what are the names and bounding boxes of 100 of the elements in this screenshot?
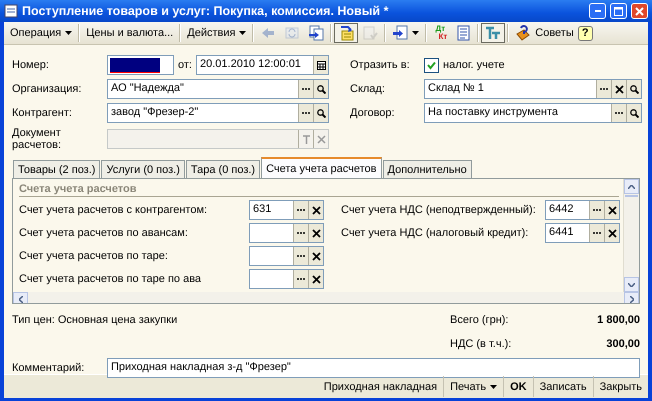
search-icon (630, 84, 638, 94)
choose-button[interactable] (298, 80, 313, 98)
clear-button[interactable] (611, 80, 626, 98)
menu-button[interactable]: Действия (183, 23, 250, 43)
refresh-icon (284, 25, 300, 41)
field-label: от: (178, 59, 192, 71)
choose-button[interactable] (293, 201, 308, 219)
caret-icon (239, 31, 246, 35)
horizontal-scrollbar[interactable] (13, 292, 639, 303)
search-button[interactable] (313, 80, 328, 98)
choose-button[interactable] (298, 104, 313, 122)
calendar-button[interactable] (313, 56, 328, 74)
vertical-scrollbar[interactable] (623, 179, 639, 292)
field-label: Счет учета НДС (налоговый кредит): (341, 227, 530, 239)
input-field[interactable] (249, 223, 324, 243)
input-field[interactable] (249, 246, 324, 266)
action-button[interactable]: Приходная накладная (318, 376, 444, 397)
total-label: Всего (грн): (450, 314, 510, 326)
action-button[interactable]: Закрыть (592, 376, 648, 397)
toolbar-button[interactable] (481, 23, 506, 43)
tab[interactable]: Товары (2 поз.) (13, 160, 100, 178)
field-label: Договор: (350, 107, 396, 119)
field-label: Склад: (350, 83, 386, 95)
choose-button[interactable] (589, 224, 604, 242)
input-field[interactable]: 6441 (545, 223, 620, 243)
field-label: Счет учета НДС (неподтвержденный): (341, 204, 537, 216)
input-field[interactable] (249, 269, 324, 289)
tab[interactable]: Счета учета расчетов (261, 157, 382, 178)
menu-button[interactable]: Печать (443, 376, 504, 397)
input-field[interactable]: АО "Надежда" (107, 79, 329, 99)
choose-button[interactable] (611, 104, 626, 122)
document-arrow-icon (338, 25, 354, 41)
arrow-left-icon (260, 25, 276, 41)
close-button[interactable] (631, 3, 648, 19)
total-value: 1 800,00 (596, 314, 640, 326)
clear-icon (608, 206, 616, 214)
search-icon (316, 108, 326, 118)
search-icon (630, 108, 638, 118)
input-field[interactable]: Приходная накладная з-д "Фрезер" (107, 358, 640, 378)
action-button[interactable]: OK (503, 376, 533, 397)
window-title: Поступление товаров и услуг: Покупка, комиссия. Новый * (22, 4, 390, 18)
input-field[interactable]: 631 (249, 200, 324, 220)
chevron-right-icon (630, 296, 634, 303)
scroll-right-button[interactable] (624, 292, 639, 303)
help-button[interactable]: ? (578, 26, 593, 40)
tab[interactable]: Дополнительно (382, 160, 472, 178)
checkbox[interactable] (424, 58, 439, 72)
checkbox-label: налог. учете (443, 59, 505, 71)
chevron-left-icon (18, 296, 22, 303)
toolbar-button[interactable]: Цены и валюта... (82, 23, 178, 43)
input-field[interactable]: завод "Фрезер-2" (107, 103, 329, 123)
search-button[interactable] (626, 80, 641, 98)
tab[interactable]: Тара (0 поз.) (186, 160, 260, 178)
chevron-down-icon (628, 282, 635, 286)
choose-button[interactable] (293, 224, 308, 242)
clear-button[interactable] (308, 270, 323, 288)
scroll-down-button[interactable] (624, 277, 639, 292)
input-field[interactable]: Склад № 1 (424, 79, 642, 99)
book-question-icon (515, 25, 532, 41)
choose-button[interactable] (596, 80, 611, 98)
choose-button[interactable] (293, 247, 308, 265)
toolbar-button[interactable] (334, 23, 358, 43)
clear-button[interactable] (308, 201, 323, 219)
date-field[interactable]: 20.01.2010 12:00:01 (196, 55, 329, 75)
field-label: Отразить в: (350, 59, 411, 71)
minimize-button[interactable] (589, 3, 606, 19)
search-button[interactable] (313, 104, 328, 122)
menu-button[interactable]: Операция (6, 23, 76, 43)
maximize-button[interactable] (610, 3, 627, 19)
action-button[interactable]: Записать (532, 376, 593, 397)
clear-button[interactable] (604, 224, 619, 242)
tips-button[interactable]: Советы (511, 23, 578, 43)
choose-button[interactable] (589, 201, 604, 219)
field-label: Комментарий: (12, 362, 86, 374)
number-field[interactable] (107, 55, 174, 75)
field-label: Номер: (12, 59, 50, 71)
field-label: Счет учета расчетов по таре: (19, 250, 169, 262)
document-check-icon (362, 25, 378, 41)
scroll-left-button[interactable] (13, 292, 28, 303)
input-field[interactable]: На поставку инструмента (424, 103, 642, 123)
clear-button[interactable] (604, 201, 619, 219)
choose-button[interactable] (293, 270, 308, 288)
tab[interactable]: Услуги (0 поз.) (101, 160, 185, 178)
list-document-icon (455, 25, 472, 41)
debit-credit-button[interactable]: Дт Кт (429, 23, 452, 43)
search-button[interactable] (626, 104, 641, 122)
caret-icon (65, 31, 72, 35)
maximize-icon (614, 6, 623, 16)
input-field[interactable]: 6442 (545, 200, 620, 220)
clear-button[interactable] (308, 224, 323, 242)
clear-icon (608, 228, 616, 238)
field-label: Счет учета расчетов по таре по ава (19, 273, 202, 285)
caret-icon (412, 31, 420, 35)
clear-icon (614, 84, 624, 94)
clear-button[interactable] (308, 247, 323, 265)
document-transfer-icon (392, 25, 408, 41)
scroll-up-button[interactable] (624, 179, 639, 194)
clear-icon (312, 274, 320, 284)
close-icon (635, 6, 644, 16)
caret-icon (490, 384, 498, 388)
